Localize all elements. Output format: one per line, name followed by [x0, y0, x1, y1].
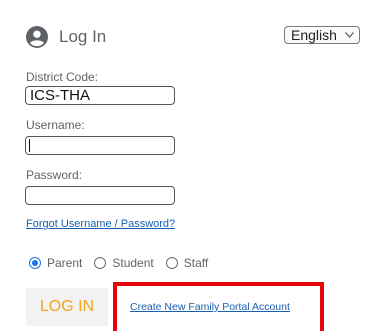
language-select[interactable]: English: [284, 26, 360, 44]
student-radio[interactable]: [94, 257, 107, 269]
language-select-value: English: [291, 27, 337, 43]
staff-label: Staff: [183, 256, 209, 270]
password-field[interactable]: [25, 186, 175, 205]
forgot-credentials-link[interactable]: Forgot Username / Password?: [26, 218, 175, 230]
username-label: Username:: [26, 118, 85, 132]
staff-radio[interactable]: [165, 257, 178, 269]
login-button[interactable]: LOG IN: [26, 288, 108, 326]
role-option-student[interactable]: Student: [94, 256, 154, 270]
district-code-label: District Code:: [26, 70, 99, 84]
login-header: Log In: [26, 24, 106, 50]
student-label: Student: [112, 256, 154, 270]
role-radio-group: Parent Student Staff: [29, 254, 220, 272]
account-circle-icon: [26, 26, 48, 48]
create-account-link[interactable]: Create New Family Portal Account: [130, 301, 290, 313]
page-title: Log In: [59, 27, 107, 46]
role-option-parent[interactable]: Parent: [29, 256, 82, 270]
username-field[interactable]: [25, 136, 175, 155]
role-option-staff[interactable]: Staff: [165, 256, 209, 270]
login-card: Log In English District Code: ICS-THA Us…: [0, 0, 370, 331]
district-code-field[interactable]: ICS-THA: [25, 86, 175, 105]
parent-radio[interactable]: [29, 257, 41, 269]
chevron-down-icon: [345, 32, 354, 38]
parent-label: Parent: [47, 256, 83, 270]
password-label: Password:: [26, 168, 83, 182]
